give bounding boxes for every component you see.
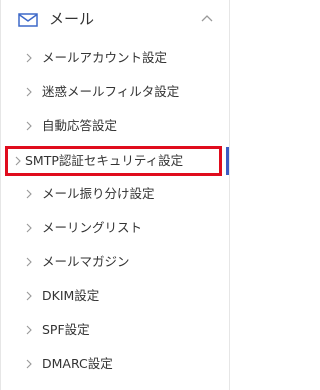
sidebar-mail-menu: メール メールアカウント設定 迷惑メールフィルタ設定 自動応答設定 SMTP認証… bbox=[0, 0, 230, 390]
mail-section-title: メール bbox=[49, 10, 95, 28]
sidebar-item-mail-sorting-settings[interactable]: メール振り分け設定 bbox=[1, 180, 229, 208]
chevron-right-icon bbox=[26, 223, 32, 233]
sidebar-item-dmarc-settings[interactable]: DMARC設定 bbox=[1, 350, 229, 378]
sidebar-item-mail-magazine[interactable]: メールマガジン bbox=[1, 248, 229, 276]
chevron-up-icon[interactable] bbox=[201, 14, 213, 22]
sidebar-item-mail-account-settings[interactable]: メールアカウント設定 bbox=[1, 44, 229, 72]
chevron-right-icon bbox=[26, 291, 32, 301]
sidebar-item-label: DKIM設定 bbox=[42, 288, 100, 303]
mail-icon bbox=[18, 13, 38, 27]
chevron-right-icon bbox=[15, 156, 21, 166]
sidebar-item-auto-reply-settings[interactable]: 自動応答設定 bbox=[1, 112, 229, 140]
active-indicator bbox=[226, 147, 229, 175]
chevron-right-icon bbox=[26, 257, 32, 267]
sidebar-item-label: 迷惑メールフィルタ設定 bbox=[42, 84, 180, 99]
sidebar-item-spam-filter-settings[interactable]: 迷惑メールフィルタ設定 bbox=[1, 78, 229, 106]
chevron-right-icon bbox=[26, 87, 32, 97]
sidebar-item-label: メール振り分け設定 bbox=[42, 186, 155, 201]
sidebar-item-label: メールマガジン bbox=[42, 254, 130, 269]
sidebar-item-label: 自動応答設定 bbox=[42, 118, 118, 133]
sidebar-item-dkim-settings[interactable]: DKIM設定 bbox=[1, 282, 229, 310]
chevron-right-icon bbox=[26, 53, 32, 63]
sidebar-item-label: メールアカウント設定 bbox=[42, 50, 168, 65]
mail-section-header[interactable]: メール bbox=[1, 0, 229, 40]
chevron-right-icon bbox=[26, 121, 32, 131]
sidebar-item-smtp-auth-security-settings[interactable]: SMTP認証セキュリティ設定 bbox=[1, 147, 229, 175]
sidebar-item-label: SMTP認証セキュリティ設定 bbox=[25, 153, 184, 168]
sidebar-item-label: DMARC設定 bbox=[42, 356, 113, 371]
sidebar-item-spf-settings[interactable]: SPF設定 bbox=[1, 316, 229, 344]
chevron-right-icon bbox=[26, 189, 32, 199]
chevron-right-icon bbox=[26, 359, 32, 369]
sidebar-item-mailing-list[interactable]: メーリングリスト bbox=[1, 214, 229, 242]
sidebar-item-label: SPF設定 bbox=[42, 322, 90, 337]
sidebar-item-label: メーリングリスト bbox=[42, 220, 143, 235]
chevron-right-icon bbox=[26, 325, 32, 335]
